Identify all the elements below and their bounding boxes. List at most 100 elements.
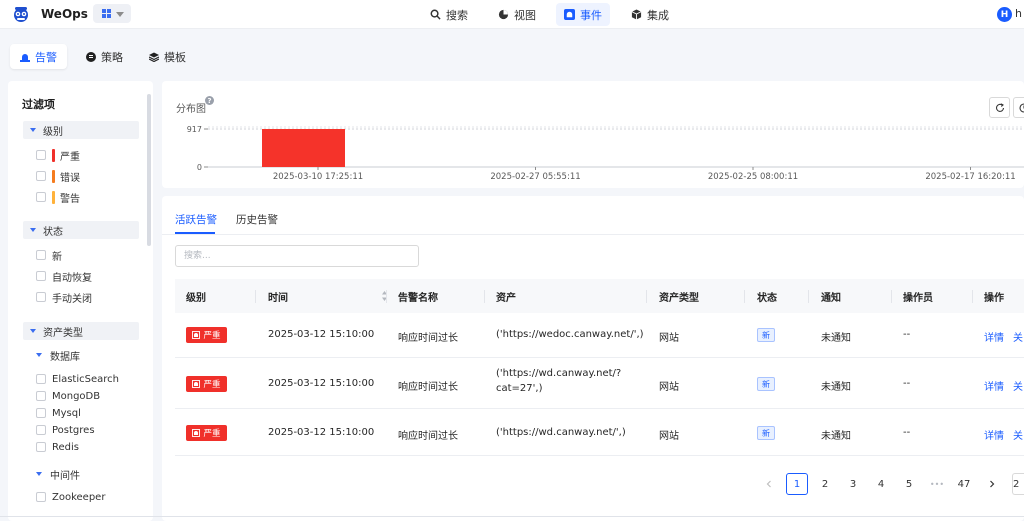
refresh-button[interactable] <box>989 97 1010 118</box>
close-link[interactable]: 关 <box>1013 378 1023 393</box>
tab-divider <box>162 234 1024 235</box>
user-avatar[interactable]: H <box>997 7 1012 22</box>
filter-option-zookeeper[interactable]: Zookeeper <box>36 489 105 505</box>
nav-view[interactable]: 视图 <box>490 3 544 26</box>
subtab-alarm[interactable]: 告警 <box>10 44 67 69</box>
filter-group-status[interactable]: 状态 <box>23 221 139 239</box>
subtab-policy[interactable]: 策略 <box>76 44 133 69</box>
policy-icon <box>86 51 96 62</box>
cell-operator: -- <box>903 329 911 340</box>
alert-table-card: 活跃告警 历史告警 级别 时间 告警名称 资产 资产类型 状态 通知 操作员 操… <box>162 196 1024 521</box>
next-page-button[interactable] <box>981 473 1003 495</box>
checkbox[interactable] <box>36 425 46 435</box>
filter-option-redis[interactable]: Redis <box>36 439 79 455</box>
bar <box>262 129 345 167</box>
detail-link[interactable]: 详情 <box>984 427 1004 442</box>
detail-link[interactable]: 详情 <box>984 378 1004 393</box>
checkbox[interactable] <box>36 408 46 418</box>
nav-integration[interactable]: 集成 <box>623 3 677 26</box>
checkbox[interactable] <box>36 271 46 281</box>
prev-page-button[interactable] <box>758 473 780 495</box>
filter-option-new[interactable]: 新 <box>36 247 62 263</box>
filter-option-error[interactable]: 错误 <box>36 168 80 184</box>
checkbox[interactable] <box>36 391 46 401</box>
checkbox[interactable] <box>36 492 46 502</box>
page-button-4[interactable]: 4 <box>870 473 892 495</box>
filter-option-elasticsearch[interactable]: ElasticSearch <box>36 371 119 387</box>
table-row[interactable]: 严重 2025-03-12 15:10:00 响应时间过长 ('https://… <box>175 359 1024 409</box>
filter-option-label: 自动恢复 <box>52 272 92 284</box>
close-link[interactable]: 关 <box>1013 329 1023 344</box>
page-size-select[interactable]: 2 <box>1012 473 1024 495</box>
search-input[interactable] <box>175 245 419 267</box>
filter-group-level[interactable]: 级别 <box>23 121 139 139</box>
filter-subgroup-database[interactable]: 数据库 <box>36 347 80 363</box>
filter-option-label: 警告 <box>60 193 80 205</box>
alarm-bell-icon <box>192 429 201 437</box>
filter-option-manual-close[interactable]: 手动关闭 <box>36 289 92 305</box>
weops-logo-icon[interactable] <box>12 5 30 23</box>
page-button-last[interactable]: 47 <box>953 473 975 495</box>
checkbox[interactable] <box>36 442 46 452</box>
bottom-divider <box>0 516 1024 517</box>
nav-search-label: 搜索 <box>446 8 468 22</box>
filter-option-mysql[interactable]: Mysql <box>36 405 81 421</box>
checkbox[interactable] <box>36 171 46 181</box>
filter-option-severe[interactable]: 严重 <box>36 147 80 163</box>
nav-view-label: 视图 <box>514 8 536 22</box>
cell-notify: 未通知 <box>821 431 851 442</box>
col-time[interactable]: 时间 <box>268 279 288 313</box>
alarm-icon <box>564 9 575 20</box>
alarm-bell-icon <box>192 380 201 388</box>
checkbox[interactable] <box>36 292 46 302</box>
nav-event[interactable]: 事件 <box>556 3 610 26</box>
page-button-2[interactable]: 2 <box>814 473 836 495</box>
filter-group-asset-type-label: 资产类型 <box>43 327 83 339</box>
tab-history-alerts[interactable]: 历史告警 <box>236 212 278 227</box>
subtab-template[interactable]: 模板 <box>139 44 196 69</box>
cell-operator: -- <box>903 378 911 389</box>
filter-option-postgres[interactable]: Postgres <box>36 422 95 438</box>
nav-search[interactable]: 搜索 <box>422 3 476 26</box>
col-separator <box>255 290 256 303</box>
col-separator <box>646 290 647 303</box>
detail-link[interactable]: 详情 <box>984 329 1004 344</box>
user-name[interactable]: h <box>1015 7 1022 20</box>
filter-option-label: Mysql <box>52 407 81 419</box>
clock-button[interactable] <box>1013 97 1024 118</box>
page-button-3[interactable]: 3 <box>842 473 864 495</box>
filter-option-label: ElasticSearch <box>52 373 119 385</box>
cell-asset-type: 网站 <box>659 431 679 442</box>
table-row[interactable]: 严重 2025-03-12 15:10:00 响应时间过长 ('https://… <box>175 410 1024 456</box>
close-link[interactable]: 关 <box>1013 427 1023 442</box>
cell-asset: ('https://wedoc.canway.net/',) <box>496 329 644 340</box>
filter-option-label: 错误 <box>60 172 80 184</box>
brand-name: WeOps <box>41 7 88 21</box>
help-icon[interactable]: ? <box>205 96 214 105</box>
filter-option-warning[interactable]: 警告 <box>36 189 80 205</box>
page-button-5[interactable]: 5 <box>898 473 920 495</box>
filter-option-mongodb[interactable]: MongoDB <box>36 388 100 404</box>
y-tick-label: 917 <box>187 125 202 134</box>
page-ellipsis[interactable]: ••• <box>926 473 948 495</box>
tab-active-alerts[interactable]: 活跃告警 <box>175 212 217 227</box>
table-row[interactable]: 严重 2025-03-12 15:10:00 响应时间过长 ('https://… <box>175 313 1024 358</box>
checkbox[interactable] <box>36 374 46 384</box>
filter-option-label: Zookeeper <box>52 491 106 503</box>
filter-option-auto-recover[interactable]: 自动恢复 <box>36 268 92 284</box>
page-button-1[interactable]: 1 <box>786 473 808 495</box>
chart-title: 分布图 <box>176 104 206 115</box>
filter-group-asset-type[interactable]: 资产类型 <box>23 322 139 340</box>
app-switcher-button[interactable] <box>93 4 131 23</box>
checkbox[interactable] <box>36 150 46 160</box>
filter-subgroup-middleware[interactable]: 中间件 <box>36 466 80 482</box>
nav-event-label: 事件 <box>580 8 602 22</box>
filter-scrollbar[interactable] <box>147 94 151 246</box>
distribution-chart-card: 0 917 2025-03-10 17:25:11 2025-02-27 05:55:… <box>162 81 1024 188</box>
checkbox[interactable] <box>36 192 46 202</box>
x-tick-label: 2025-03-10 17:25:11 <box>273 172 363 182</box>
subtab-policy-label: 策略 <box>101 50 123 64</box>
checkbox[interactable] <box>36 250 46 260</box>
severity-label: 严重 <box>203 380 221 390</box>
cell-operator: -- <box>903 427 911 438</box>
